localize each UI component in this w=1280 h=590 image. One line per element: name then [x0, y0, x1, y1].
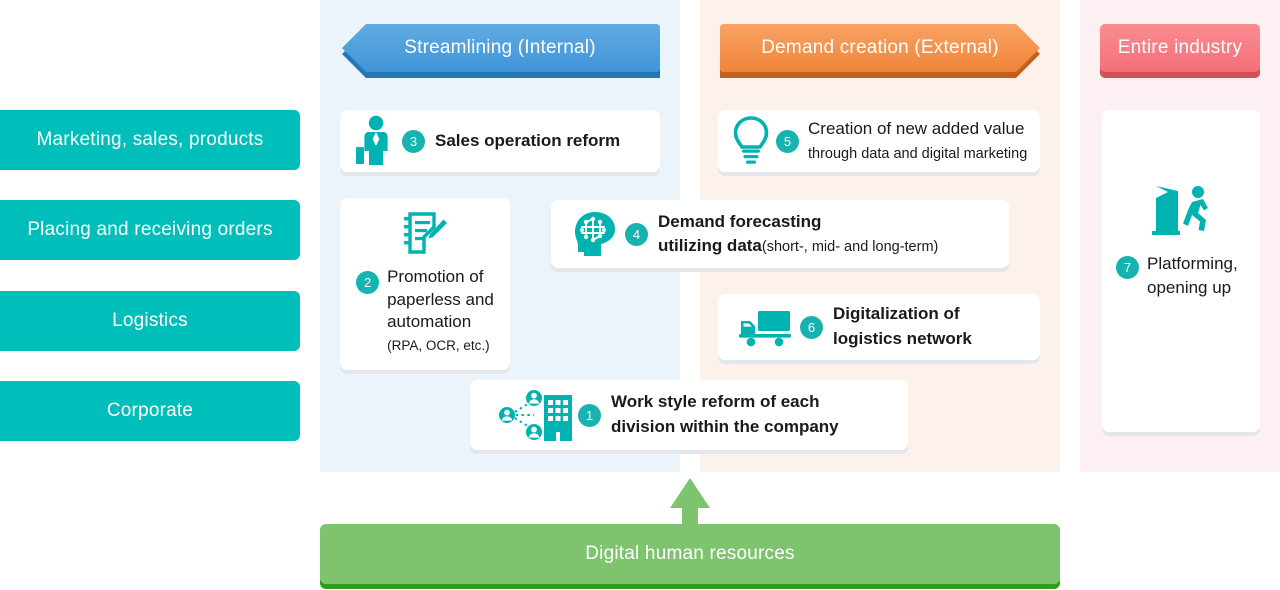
card-logistics-digitalization[interactable]: 6 Digitalization of logistics network — [718, 294, 1040, 360]
card-title-line1: Demand forecasting — [658, 211, 822, 231]
category-label: Marketing, sales, products — [36, 129, 264, 150]
card-title-line2: paperless and — [387, 289, 494, 309]
category-bar-orders: Placing and receiving orders — [0, 200, 300, 260]
card-title-line2: logistics network — [833, 329, 972, 348]
card-new-added-value[interactable]: 5 Creation of new added value through da… — [718, 110, 1040, 172]
category-label: Corporate — [106, 400, 194, 421]
card-number-badge: 2 — [356, 271, 380, 294]
category-label: Logistics — [112, 310, 188, 331]
card-number-badge: 6 — [800, 315, 823, 339]
banner-entire-industry: Entire industry — [1100, 24, 1260, 78]
banner-demand-creation-external: Demand creation (External) — [720, 24, 1040, 78]
card-platforming-opening-up[interactable]: 7 Platforming, opening up — [1102, 110, 1260, 432]
card-title-line2: through data and digital marketing — [808, 146, 1028, 162]
card-work-style-reform[interactable]: 1 Work style reform of each division wit… — [470, 380, 908, 450]
card-title: Work style reform of each division withi… — [611, 390, 839, 439]
lightbulb-icon — [726, 115, 776, 167]
card-title-line2: opening up — [1147, 277, 1232, 297]
card-number-badge: 4 — [625, 222, 648, 246]
card-title: Platforming, opening up — [1147, 252, 1238, 300]
category-bar-marketing: Marketing, sales, products — [0, 110, 300, 170]
people-building-network-icon — [492, 389, 578, 441]
banner-label: Demand creation (External) — [761, 37, 999, 58]
card-title-line1: Work style reform of each — [611, 392, 820, 412]
card-paperless-automation[interactable]: 2 Promotion of paperless and automation … — [340, 198, 510, 370]
category-bar-corporate: Corporate — [0, 381, 300, 441]
card-title: Sales operation reform — [435, 130, 621, 150]
category-bar-logistics: Logistics — [0, 291, 300, 351]
card-number-badge: 7 — [1116, 256, 1139, 279]
category-label: Placing and receiving orders — [27, 219, 273, 240]
card-title-line3: automation — [387, 312, 472, 332]
truck-icon — [732, 307, 800, 347]
card-title: Digitalization of logistics network — [833, 302, 972, 351]
card-note: (RPA, OCR, etc.) — [387, 337, 490, 353]
card-number-badge: 5 — [776, 129, 799, 153]
footer-label: Digital human resources — [585, 543, 795, 564]
door-exit-person-icon — [1148, 182, 1214, 238]
card-title: Creation of new added value through data… — [808, 117, 1027, 165]
card-title-note: (short-, mid- and long-term) — [761, 239, 939, 255]
card-title-line2: division within the company — [611, 417, 839, 436]
card-title-line2: utilizing data — [658, 236, 762, 255]
arrow-up-icon — [670, 478, 710, 534]
banner-label: Entire industry — [1117, 37, 1243, 58]
card-sales-operation-reform[interactable]: 3 Sales operation reform — [340, 110, 660, 172]
card-number-badge: 3 — [402, 129, 425, 153]
card-demand-forecasting[interactable]: 4 Demand forecasting utilizing data(shor… — [551, 200, 1009, 268]
banner-streamlining-internal: Streamlining (Internal) — [340, 24, 660, 78]
businessperson-briefcase-icon — [350, 115, 402, 167]
banner-label: Streamlining (Internal) — [404, 37, 596, 58]
ai-brain-icon — [567, 210, 625, 258]
card-title-line1: Digitalization of — [833, 304, 960, 324]
card-title: Demand forecasting utilizing data(short-… — [658, 210, 938, 258]
document-pencil-icon — [400, 210, 450, 258]
card-number-badge: 1 — [578, 403, 601, 427]
card-title-line1: Promotion of — [387, 267, 484, 286]
card-title-line1: Platforming, — [1147, 254, 1238, 273]
card-title-line1: Creation of new added value — [808, 118, 1025, 138]
card-title: Promotion of paperless and automation (R… — [387, 266, 494, 356]
diagram-canvas: Marketing, sales, products Placing and r… — [0, 0, 1280, 590]
